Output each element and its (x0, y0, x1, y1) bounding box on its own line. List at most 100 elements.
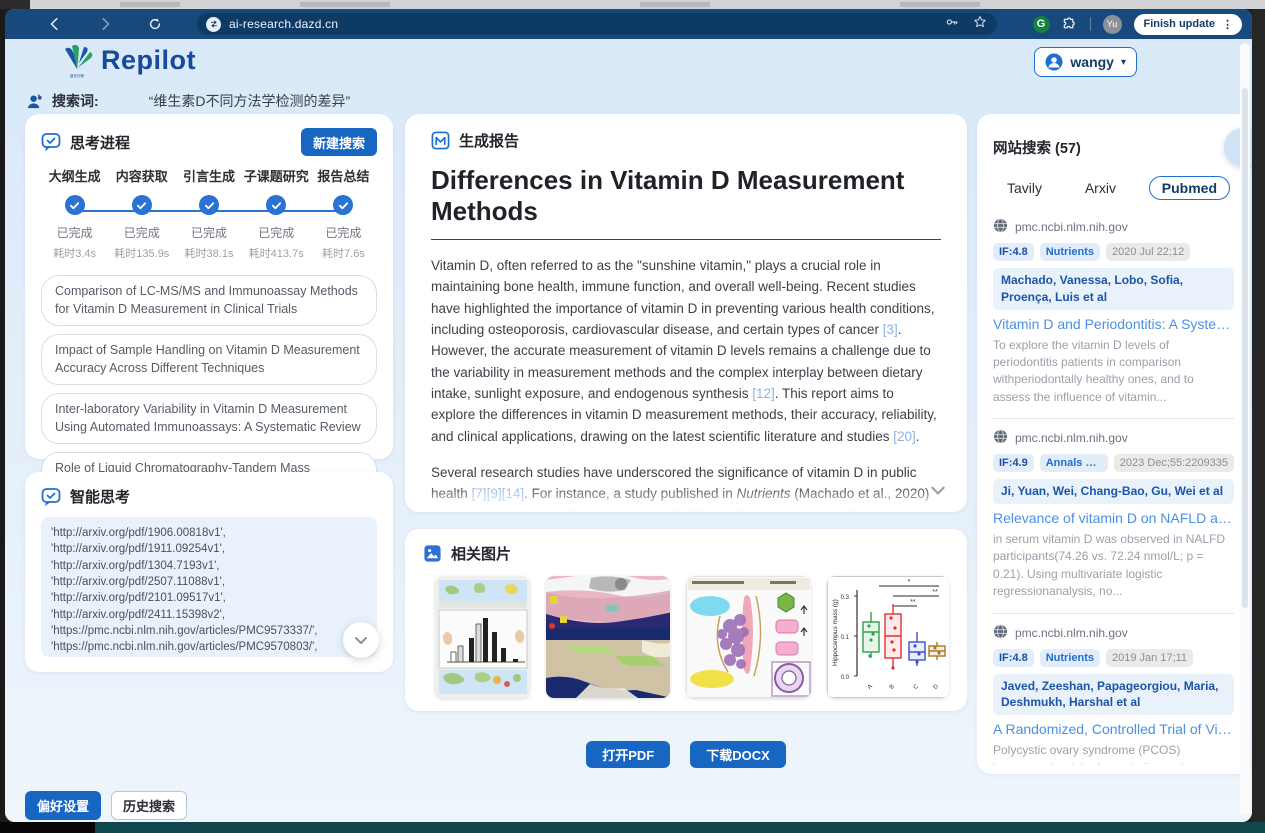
step-status: 已完成 (57, 224, 93, 241)
back-icon[interactable] (47, 16, 63, 32)
progress-step: 引言生成已完成耗时38.1s (175, 166, 242, 261)
expand-thinking-chevron-icon[interactable] (343, 622, 379, 658)
result-domain: pmc.ncbi.nlm.nih.gov (993, 429, 1234, 447)
related-image-thumbnail[interactable]: 0.3 0.1 0.0 Hippocampus mass (g) * ** ** (827, 576, 949, 698)
topic-pill[interactable]: Inter-laboratory Variability in Vitamin … (41, 393, 377, 444)
markdown-icon (431, 131, 450, 150)
thinking-progress-panel: 思考进程 新建搜索 大纲生成已完成耗时3.4s内容获取已完成耗时135.9s引言… (25, 114, 393, 459)
svg-text:Hippocampus mass (g): Hippocampus mass (g) (832, 599, 839, 666)
query-text: “维生素D不同方法学检测的差异” (149, 91, 350, 111)
tab-tavily[interactable]: Tavily (997, 176, 1052, 200)
smart-thinking-panel: 智能思考 'http://arxiv.org/pdf/1906.00818v1'… (25, 472, 393, 672)
forward-icon[interactable] (97, 16, 113, 32)
generated-report-panel: 生成报告 Differences in Vitamin D Measuremen… (405, 114, 967, 512)
search-result-card: pmc.ncbi.nlm.nih.gov IF:4.8 Nutrients 2019 … (993, 624, 1234, 764)
site-info-icon[interactable] (206, 17, 221, 32)
download-docx-button[interactable]: 下载DOCX (690, 741, 786, 768)
desktop-edge-bottom (0, 822, 1265, 833)
preferences-button[interactable]: 偏好设置 (25, 791, 101, 820)
citation-link[interactable]: [20] (893, 429, 916, 444)
date-badge: 2023 Dec;55:2209335 (1114, 454, 1234, 472)
document-actions: 打开PDF 下载DOCX (405, 741, 967, 768)
browser-menu-icon[interactable]: ⋮ (1222, 18, 1234, 31)
thinking-url-line: 'http://arxiv.org/pdf/1906.00818v1', (51, 525, 367, 541)
scrollbar-thumb[interactable] (1242, 88, 1248, 608)
globe-icon (993, 218, 1008, 236)
extensions-icon[interactable] (1062, 16, 1078, 32)
user-avatar-icon (1045, 53, 1063, 71)
web-search-panel: 网站搜索 (57) Tavily Arxiv Pubmed pmc.ncbi.nlm… (977, 114, 1250, 774)
topic-pill[interactable]: Comparison of LC-MS/MS and Immunoassay M… (41, 275, 377, 326)
open-pdf-button[interactable]: 打开PDF (586, 741, 670, 768)
result-title-link[interactable]: Relevance of vitamin D on NAFLD and live… (993, 510, 1234, 526)
impact-factor-badge: IF:4.8 (993, 243, 1034, 261)
svg-text:0.1: 0.1 (840, 635, 849, 641)
web-search-title: 网站搜索 (57) (993, 137, 1081, 158)
result-snippet: To explore the vitamin D levels of perio… (993, 337, 1234, 407)
related-image-thumbnail[interactable] (435, 576, 530, 698)
browser-profile-avatar[interactable]: Yu (1103, 15, 1122, 34)
svg-text:**: ** (932, 589, 938, 596)
step-time: 耗时413.7s (249, 245, 304, 261)
person-icon (27, 94, 44, 109)
date-badge: 2020 Jul 22;12 (1106, 243, 1190, 261)
progress-step: 子课题研究已完成耗时413.7s (243, 166, 310, 261)
image-icon (423, 544, 442, 563)
result-domain-text: pmc.ncbi.nlm.nih.gov (1015, 431, 1128, 445)
result-authors: Ji, Yuan, Wei, Chang-Bao, Gu, Wei et al (993, 479, 1234, 504)
scroll-report-chevron-icon[interactable] (929, 481, 947, 504)
step-status: 已完成 (124, 224, 160, 241)
citation-link[interactable]: [3] (883, 322, 898, 337)
footer-actions: 偏好设置 历史搜索 (25, 791, 187, 820)
screen: ai-research.dazd.cn G Yu (0, 0, 1265, 833)
report-section-label: 生成报告 (459, 130, 519, 151)
result-title-link[interactable]: Vitamin D and Periodontitis: A Systemati… (993, 316, 1234, 332)
user-name: wangy (1070, 54, 1114, 70)
refresh-icon[interactable] (147, 16, 163, 32)
step-label: 引言生成 (183, 166, 235, 185)
step-check-icon (199, 195, 219, 215)
related-image-thumbnail[interactable] (686, 576, 810, 698)
journal-badge[interactable]: Annals of m... (1040, 454, 1108, 472)
journal-badge[interactable]: Nutrients (1040, 649, 1100, 667)
thinking-panel-title: 智能思考 (70, 486, 130, 507)
journal-badge[interactable]: Nutrients (1040, 243, 1100, 261)
progress-step: 报告总结已完成耗时7.6s (310, 166, 377, 261)
chat-check-icon (41, 132, 61, 152)
user-menu[interactable]: wangy ▾ (1034, 47, 1137, 77)
image-thumbnails: 0.3 0.1 0.0 Hippocampus mass (g) * ** ** (435, 576, 949, 698)
history-search-button[interactable]: 历史搜索 (111, 791, 187, 820)
step-label: 大纲生成 (49, 166, 101, 185)
app-name: Repilot (101, 45, 196, 76)
thinking-url-line: 'http://arxiv.org/pdf/2101.09517v1', (51, 590, 367, 606)
citation-link[interactable]: [12] (752, 386, 775, 401)
related-image-thumbnail[interactable] (546, 576, 670, 698)
thinking-url-line: 'http://arxiv.org/pdf/2411.15398v2', (51, 607, 367, 623)
result-domain: pmc.ncbi.nlm.nih.gov (993, 624, 1234, 642)
step-time: 耗时38.1s (185, 245, 234, 261)
finish-update-button[interactable]: Finish update ⋮ (1134, 14, 1243, 35)
impact-factor-badge: IF:4.8 (993, 649, 1034, 667)
key-icon[interactable] (945, 15, 959, 34)
tab-arxiv[interactable]: Arxiv (1075, 176, 1126, 200)
browser-toolbar: ai-research.dazd.cn G Yu (5, 9, 1252, 39)
bookmark-star-icon[interactable] (973, 15, 987, 34)
step-check-icon (132, 195, 152, 215)
result-title-link[interactable]: A Randomized, Controlled Trial of Vitami… (993, 721, 1234, 737)
new-search-button[interactable]: 新建搜索 (301, 128, 377, 156)
address-bar[interactable]: ai-research.dazd.cn (197, 13, 997, 35)
result-badges: IF:4.9Annals of m...2023 Dec;55:2209335 (993, 454, 1234, 472)
page-scrollbar[interactable] (1240, 43, 1250, 815)
tab-pubmed[interactable]: Pubmed (1149, 176, 1230, 200)
result-divider (993, 418, 1234, 419)
step-time: 耗时3.4s (53, 245, 96, 261)
result-authors: Javed, Zeeshan, Papageorgiou, Maria, Des… (993, 674, 1234, 716)
thinking-url-log[interactable]: 'http://arxiv.org/pdf/1906.00818v1', 'htt… (41, 517, 377, 657)
chevron-down-icon: ▾ (1121, 57, 1126, 68)
app-page: 迪安诊断 Repilot wangy ▾ 搜索词: “维生素D不同方法学检测的差… (5, 39, 1252, 822)
svg-text:0.0: 0.0 (840, 675, 849, 681)
step-time: 耗时7.6s (322, 245, 365, 261)
topic-pill[interactable]: Impact of Sample Handling on Vitamin D M… (41, 334, 377, 385)
grammar-extension-icon[interactable]: G (1033, 16, 1050, 33)
date-badge: 2019 Jan 17;11 (1106, 649, 1193, 667)
